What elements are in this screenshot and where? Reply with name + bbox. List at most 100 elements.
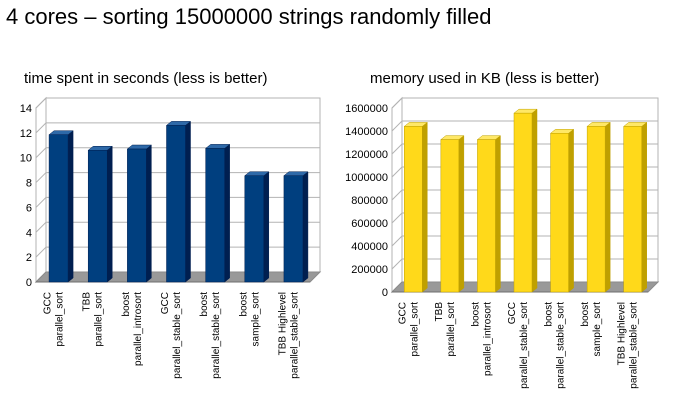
x-tick-label-line: parallel_stable_sort <box>289 292 300 379</box>
bar <box>476 135 502 293</box>
bar <box>549 128 575 293</box>
bar-side <box>67 130 74 283</box>
x-tick-label-line: sample_sort <box>250 292 261 347</box>
y-tick-label: 1600000 <box>345 103 388 115</box>
x-tick-label: TBB Highlevelparallel_stable_sort <box>277 292 300 379</box>
x-tick-label: boostsample_sort <box>238 292 261 347</box>
bar-side <box>531 108 538 293</box>
x-tick-label-line: TBB <box>434 302 445 322</box>
x-tick-label-line: TBB <box>82 292 93 312</box>
x-tick-label-line: GCC <box>43 292 54 314</box>
bar-side <box>641 121 647 293</box>
x-tick-label: boostparallel_stable_sort <box>199 292 222 379</box>
y-tick-label: 14 <box>20 103 32 115</box>
bar <box>283 171 309 283</box>
bar-front <box>127 148 147 283</box>
bar <box>244 171 270 283</box>
x-tick-label-line: boost <box>199 292 210 317</box>
x-tick-label: GCCparallel_stable_sort <box>507 302 530 389</box>
bar <box>586 121 611 293</box>
bar-side <box>106 145 113 283</box>
x-tick-label: GCCparallel_sort <box>397 302 420 357</box>
bar <box>165 120 192 283</box>
x-tick-label-line: parallel_introsort <box>482 302 493 376</box>
y-tick-label: 0 <box>26 277 32 289</box>
y-tick-label: 6 <box>26 202 32 214</box>
x-tick-label-line: GCC <box>397 302 408 324</box>
y-tick-label: 0 <box>382 287 388 299</box>
x-tick-label-line: parallel_stable_sort <box>519 302 530 389</box>
bar-front <box>586 126 606 293</box>
x-tick-label: TBBparallel_sort <box>82 292 105 347</box>
x-tick-label-line: boost <box>580 302 591 327</box>
x-tick-label-line: boost <box>544 302 555 327</box>
memory-chart: 0 200000 400000 600000 800000 1000000 1200000 1… <box>345 96 660 389</box>
x-tick-label-line: parallel_stable_sort <box>172 292 183 379</box>
x-tick-label-line: parallel_stable_sort <box>556 302 567 389</box>
x-tick-label-line: GCC <box>507 302 518 324</box>
bar-side <box>146 144 152 283</box>
bar-side <box>495 135 501 293</box>
x-tick-label-line: parallel_sort <box>409 302 420 357</box>
bar-front <box>166 125 186 283</box>
y-tick-label: 200000 <box>351 264 388 276</box>
bar-side <box>604 121 611 293</box>
x-tick-label-line: TBB Highlevel <box>617 302 628 365</box>
bar-front <box>48 134 69 283</box>
bar <box>126 144 153 283</box>
y-tick-label: 12 <box>20 128 32 140</box>
y-tick-label: 8 <box>26 178 32 190</box>
y-tick-label: 1400000 <box>345 126 388 138</box>
bar-side <box>263 171 270 283</box>
x-tick-label: GCCparallel_stable_sort <box>160 292 183 379</box>
bar-front <box>205 148 225 283</box>
y-tick-label: 1200000 <box>345 149 388 161</box>
bar <box>48 130 74 283</box>
x-tick-label-line: parallel_introsort <box>133 292 144 366</box>
x-tick-label: boostparallel_introsort <box>470 302 493 376</box>
x-tick-label-line: boost <box>121 292 132 317</box>
x-tick-label-line: boost <box>470 302 481 327</box>
bar-front <box>550 133 569 293</box>
bar <box>87 145 113 283</box>
x-tick-label-line: GCC <box>160 292 171 314</box>
y-tick-label: 400000 <box>351 241 388 253</box>
y-tick-label: 800000 <box>351 195 388 207</box>
bar-side <box>422 121 428 293</box>
bar <box>204 143 231 283</box>
bar-side <box>185 120 191 283</box>
x-tick-label: TBBparallel_sort <box>434 302 457 357</box>
bar-front <box>87 150 108 283</box>
bar-side <box>568 128 574 293</box>
x-tick-label-line: parallel_sort <box>94 292 105 347</box>
x-tick-label: boostparallel_introsort <box>121 292 144 366</box>
bar-side <box>458 135 465 293</box>
bar <box>623 121 648 293</box>
y-tick-label: 4 <box>26 227 32 239</box>
x-tick-label: GCCparallel_sort <box>43 292 66 347</box>
bar-side <box>302 171 309 283</box>
x-tick-label-line: parallel_stable_sort <box>211 292 222 379</box>
bar <box>403 121 428 293</box>
bar-front <box>244 175 265 283</box>
x-tick-label-line: parallel_sort <box>446 302 457 357</box>
time-chart: 02468101214GCCparallel_sort TBBparallel_s… <box>20 96 322 379</box>
y-tick-label: 10 <box>20 153 32 165</box>
bar-front <box>404 126 423 293</box>
bar-front <box>623 126 642 293</box>
x-tick-label-line: parallel_sort <box>55 292 66 347</box>
bar-front <box>477 139 496 293</box>
y-tick-label: 600000 <box>351 218 388 230</box>
bar-side <box>224 143 230 283</box>
plot-side-wall <box>35 96 47 284</box>
x-tick-label-line: parallel_stable_sort <box>629 302 640 389</box>
bar-front <box>440 139 460 293</box>
x-tick-label-line: sample_sort <box>592 302 603 357</box>
x-tick-label: boostparallel_stable_sort <box>544 302 567 389</box>
bar-front <box>513 112 533 293</box>
x-tick-label: TBB Highlevelparallel_stable_sort <box>617 302 640 389</box>
y-tick-label: 2 <box>26 252 32 264</box>
x-tick-label: boostsample_sort <box>580 302 603 357</box>
x-tick-label-line: TBB Highlevel <box>277 292 288 355</box>
y-tick-label: 1000000 <box>345 172 388 184</box>
